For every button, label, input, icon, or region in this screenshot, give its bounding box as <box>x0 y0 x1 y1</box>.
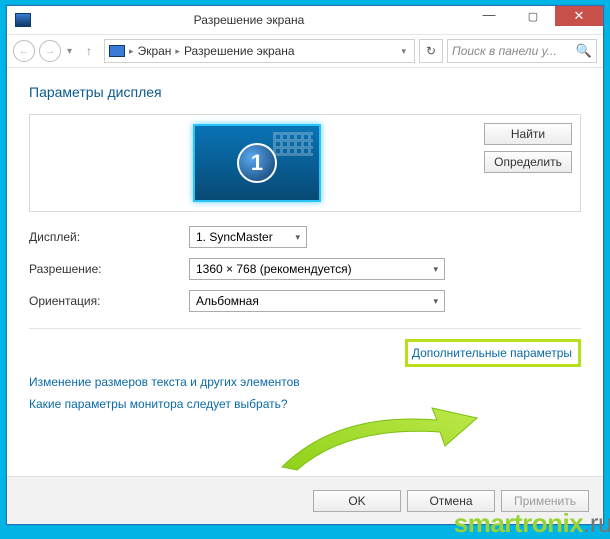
titlebar: Разрешение экрана <box>7 6 603 34</box>
display-value: 1. SyncMaster <box>196 230 273 244</box>
form: Дисплей: 1. SyncMaster ▾ Разрешение: 136… <box>29 226 581 312</box>
footer: OK Отмена Применить <box>7 476 603 524</box>
orientation-value: Альбомная <box>196 294 259 308</box>
identify-button[interactable]: Определить <box>484 151 572 173</box>
window-title: Разрешение экрана <box>31 13 467 27</box>
advanced-highlight: Дополнительные параметры <box>405 339 581 367</box>
orientation-label: Ориентация: <box>29 294 189 308</box>
chevron-down-icon: ▾ <box>433 296 438 307</box>
monitor-thumb[interactable]: 1 <box>193 124 321 202</box>
breadcrumb-item[interactable]: Разрешение экрана <box>184 44 295 58</box>
text-size-link[interactable]: Изменение размеров текста и других элеме… <box>29 375 581 389</box>
up-button[interactable]: ↑ <box>78 40 100 62</box>
advanced-row: Дополнительные параметры <box>29 339 581 367</box>
window-screen-resolution: Разрешение экрана ← → ▾ ↑ ▸ Экран ▸ Разр… <box>6 5 604 525</box>
annotation-arrow-icon <box>277 402 487 472</box>
resolution-select[interactable]: 1360 × 768 (рекомендуется) ▾ <box>189 258 445 280</box>
search-placeholder: Поиск в панели у... <box>452 44 576 58</box>
find-button[interactable]: Найти <box>484 123 572 145</box>
minimize-button[interactable] <box>467 6 511 26</box>
monitor-icon <box>109 45 125 57</box>
ok-button[interactable]: OK <box>313 490 401 512</box>
breadcrumb-item[interactable]: Экран <box>138 44 172 58</box>
apply-button[interactable]: Применить <box>501 490 589 512</box>
page-title: Параметры дисплея <box>29 84 581 100</box>
display-label: Дисплей: <box>29 230 189 244</box>
search-input[interactable]: Поиск в панели у... 🔍 <box>447 39 597 63</box>
display-preview-panel: 1 Найти Определить <box>29 114 581 212</box>
display-select[interactable]: 1. SyncMaster ▾ <box>189 226 307 248</box>
resolution-label: Разрешение: <box>29 262 189 276</box>
forward-button[interactable]: → <box>39 40 61 62</box>
nav-row: ← → ▾ ↑ ▸ Экран ▸ Разрешение экрана ▾ ↻ … <box>7 34 603 68</box>
chevron-down-icon: ▾ <box>295 232 300 243</box>
which-monitor-link[interactable]: Какие параметры монитора следует выбрать… <box>29 397 581 411</box>
search-icon: 🔍 <box>576 43 592 59</box>
orientation-select[interactable]: Альбомная ▾ <box>189 290 445 312</box>
separator <box>29 328 581 329</box>
resolution-value: 1360 × 768 (рекомендуется) <box>196 262 352 276</box>
window-controls <box>467 6 603 34</box>
back-button[interactable]: ← <box>13 40 35 62</box>
maximize-button[interactable] <box>511 6 555 26</box>
chevron-down-icon: ▾ <box>433 264 438 275</box>
monitor-icon <box>15 13 31 27</box>
monitor-number: 1 <box>237 143 277 183</box>
cancel-button[interactable]: Отмена <box>407 490 495 512</box>
refresh-button[interactable]: ↻ <box>419 39 443 63</box>
advanced-settings-link[interactable]: Дополнительные параметры <box>412 346 572 360</box>
chevron-down-icon[interactable]: ▾ <box>397 46 410 57</box>
preview-buttons: Найти Определить <box>476 123 572 203</box>
history-dropdown-icon[interactable]: ▾ <box>65 46 74 57</box>
breadcrumb[interactable]: ▸ Экран ▸ Разрешение экрана ▾ <box>104 39 415 63</box>
display-preview: 1 <box>38 123 476 203</box>
help-links: Изменение размеров текста и других элеме… <box>29 375 581 411</box>
chevron-right-icon: ▸ <box>175 46 180 57</box>
chevron-right-icon: ▸ <box>129 46 134 57</box>
content-area: Параметры дисплея 1 Найти Определить Дис… <box>7 68 603 476</box>
close-button[interactable] <box>555 6 603 26</box>
